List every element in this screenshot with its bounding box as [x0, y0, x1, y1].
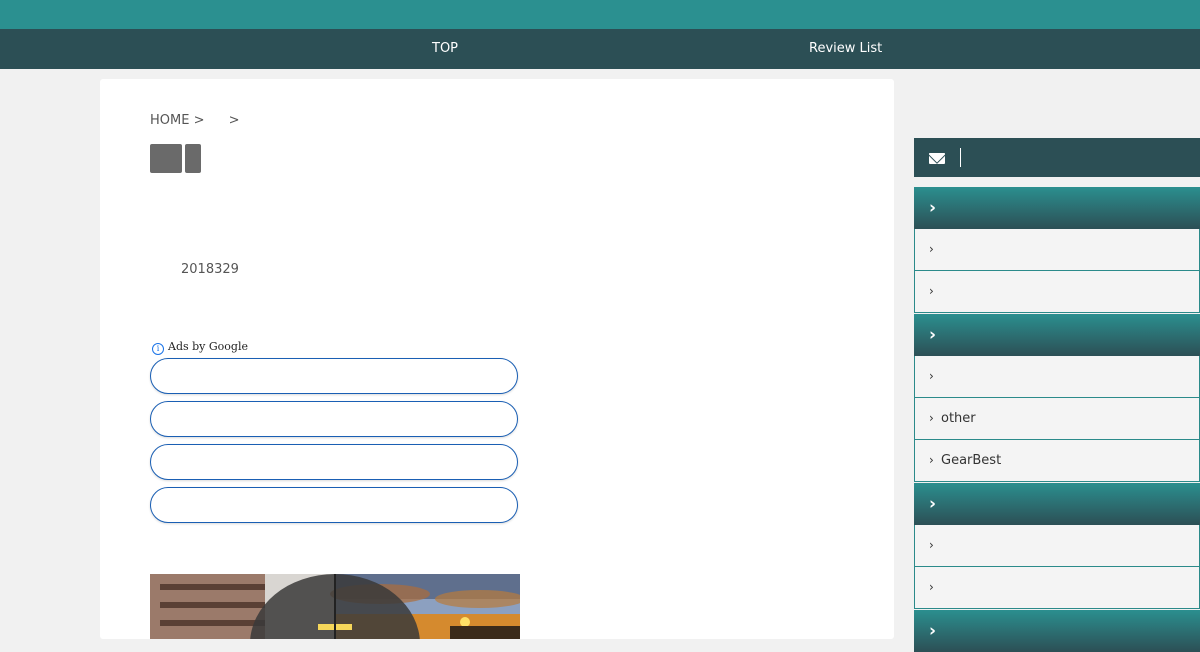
chevron-right-icon: › [929, 411, 934, 425]
breadcrumb-separator: > [228, 113, 240, 128]
nav-review-list-link[interactable]: Review List [809, 29, 882, 69]
sidebar-item-other[interactable]: › other [914, 398, 1200, 440]
article-card: HOME > > 2018329 i Ads by Google [100, 79, 894, 639]
sidebar-section-header[interactable]: › [914, 610, 1200, 652]
breadcrumb: HOME > > [150, 113, 240, 128]
post-date: 2018329 [181, 262, 239, 277]
ads-by-google-label[interactable]: i Ads by Google [152, 340, 248, 355]
ad-link-button[interactable] [150, 401, 518, 437]
chevron-right-icon: › [929, 580, 934, 594]
chevron-right-icon: › [929, 242, 934, 256]
sidebar-section-header[interactable]: › [914, 314, 1200, 356]
sidebar-section-header[interactable]: › [914, 187, 1200, 229]
chevron-right-icon: › [929, 198, 937, 218]
chevron-right-icon: › [929, 325, 937, 345]
thumbnail-image [150, 574, 520, 639]
nav-top-link[interactable]: TOP [432, 29, 458, 69]
category-tag[interactable] [185, 144, 201, 173]
sidebar-section-header[interactable]: › [914, 483, 1200, 525]
sidebar-item-label: GearBest [941, 453, 1002, 468]
breadcrumb-home-link[interactable]: HOME > [150, 113, 204, 128]
chevron-right-icon: › [929, 494, 937, 514]
top-banner [0, 0, 1200, 29]
sidebar-item[interactable]: › [914, 356, 1200, 398]
sidebar-item[interactable]: › [914, 229, 1200, 271]
mail-icon[interactable] [929, 153, 945, 164]
sidebar-item[interactable]: › [914, 525, 1200, 567]
sidebar-item[interactable]: › [914, 567, 1200, 609]
ad-link-button[interactable] [150, 358, 518, 394]
chevron-right-icon: › [929, 369, 934, 383]
chevron-right-icon: › [929, 621, 937, 641]
ad-link-button[interactable] [150, 444, 518, 480]
info-icon[interactable]: i [152, 343, 164, 355]
ad-link-button[interactable] [150, 487, 518, 523]
contact-bar[interactable] [914, 138, 1200, 177]
sidebar-item-gearbest[interactable]: › GearBest [914, 440, 1200, 482]
sidebar-item[interactable]: › [914, 271, 1200, 313]
sidebar-item-label: other [941, 411, 976, 426]
chevron-right-icon: › [929, 453, 934, 467]
article-thumbnail[interactable] [150, 574, 520, 639]
category-tag[interactable] [150, 144, 182, 173]
global-nav: TOP Review List [0, 29, 1200, 69]
ads-label-text: Ads by Google [168, 340, 248, 353]
chevron-right-icon: › [929, 538, 934, 552]
divider [960, 148, 961, 167]
chevron-right-icon: › [929, 284, 934, 298]
